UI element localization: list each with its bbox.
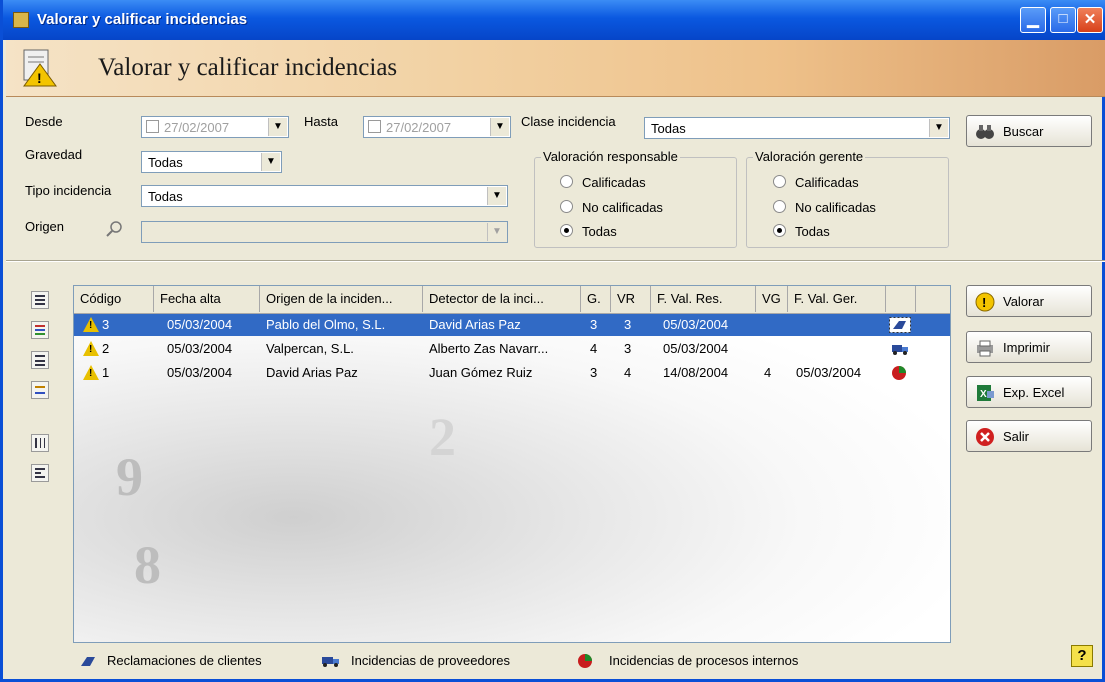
legend-procesos: Incidencias de procesos internos	[609, 653, 799, 668]
gravedad-label: Gravedad	[25, 147, 83, 162]
col-origen[interactable]: Origen de la inciden...	[260, 286, 423, 312]
supplier-incident-icon	[892, 345, 908, 355]
page-title: Valorar y calificar incidencias	[98, 54, 398, 81]
numbered-list-tool-icon[interactable]	[31, 351, 49, 369]
grid-view-tool-icon[interactable]	[31, 321, 49, 339]
tipo-incidencia-label: Tipo incidencia	[25, 183, 112, 198]
minimize-button[interactable]: ▁	[1020, 7, 1046, 33]
chevron-down-icon[interactable]: ▼	[268, 118, 287, 136]
exp-excel-button[interactable]: X Exp. Excel	[966, 376, 1092, 408]
col-vr[interactable]: VR	[611, 286, 651, 312]
salir-button[interactable]: Salir	[966, 420, 1092, 452]
origen-label: Origen	[25, 219, 65, 234]
col-detector[interactable]: Detector de la inci...	[423, 286, 581, 312]
columns-tool-icon[interactable]	[31, 434, 49, 452]
chevron-down-icon[interactable]: ▼	[487, 187, 506, 205]
excel-export-icon: X	[977, 385, 994, 401]
binoculars-icon	[976, 125, 994, 139]
table-row[interactable]: ! 2 05/03/2004 Valpercan, S.L. Alberto Z…	[74, 338, 950, 360]
chevron-down-icon[interactable]: ▼	[929, 119, 948, 137]
valorar-button[interactable]: ! Valorar	[966, 285, 1092, 317]
exit-icon	[976, 428, 994, 446]
clase-incidencia-select[interactable]: Todas ▼	[644, 117, 950, 139]
legend-proveedores: Incidencias de proveedores	[351, 653, 510, 668]
printer-icon	[977, 340, 993, 357]
header-banner: ! Valorar y calificar incidencias	[6, 40, 1105, 97]
table-row[interactable]: ! 3 05/03/2004 Pablo del Olmo, S.L. Davi…	[74, 314, 950, 336]
close-icon: ✕	[1083, 11, 1097, 28]
warning-document-icon: !	[23, 49, 57, 87]
desde-label: Desde	[25, 114, 63, 129]
customer-claim-icon	[81, 657, 95, 666]
warning-icon: !	[83, 341, 99, 356]
supplier-incident-icon	[322, 657, 339, 667]
close-button[interactable]: ✕	[1077, 7, 1103, 33]
col-tipo[interactable]	[886, 286, 916, 312]
details-tool-icon[interactable]	[31, 464, 49, 482]
group-title: Valoración responsable	[541, 149, 680, 164]
col-f-val-res[interactable]: F. Val. Res.	[651, 286, 756, 312]
col-f-val-ger[interactable]: F. Val. Ger.	[788, 286, 886, 312]
app-window: Valorar y calificar incidencias ▁ □ ✕ ! …	[0, 0, 1105, 682]
chevron-down-icon[interactable]: ▼	[261, 153, 280, 171]
col-vg[interactable]: VG	[756, 286, 788, 312]
svg-text:!: !	[982, 295, 986, 310]
chevron-down-icon[interactable]: ▼	[490, 118, 509, 136]
maximize-button[interactable]: □	[1050, 7, 1076, 33]
radio-gerente-todas[interactable]: Todas	[773, 224, 830, 239]
col-fecha-alta[interactable]: Fecha alta	[154, 286, 260, 312]
radio-gerente-no-calificadas[interactable]: No calificadas	[773, 200, 876, 215]
col-codigo[interactable]: Código	[74, 286, 154, 312]
svg-text:!: !	[37, 70, 42, 86]
maximize-icon: □	[1058, 10, 1068, 27]
warning-circle-icon: !	[975, 292, 995, 312]
warning-icon: !	[83, 317, 99, 332]
tipo-incidencia-select[interactable]: Todas ▼	[141, 185, 508, 207]
clock-watermark-2: 2	[429, 407, 456, 467]
radio-responsable-no-calificadas[interactable]: No calificadas	[560, 200, 663, 215]
customer-claim-icon	[889, 317, 911, 333]
sort-tool-icon[interactable]	[31, 381, 49, 399]
origen-select[interactable]: ▼	[141, 221, 508, 243]
radio-responsable-todas[interactable]: Todas	[560, 224, 617, 239]
desde-date-picker[interactable]: 27/02/2007 ▼	[141, 116, 289, 138]
buscar-button[interactable]: Buscar	[966, 115, 1092, 147]
section-divider	[6, 260, 1105, 262]
radio-responsable-calificadas[interactable]: Calificadas	[560, 175, 646, 190]
table-header: Código Fecha alta Origen de la inciden..…	[74, 286, 950, 314]
group-title: Valoración gerente	[753, 149, 866, 164]
list-view-tool-icon[interactable]	[31, 291, 49, 309]
internal-process-icon	[892, 366, 906, 380]
clock-watermark-8: 8	[134, 535, 161, 595]
col-g[interactable]: G.	[581, 286, 611, 312]
clock-watermark-9: 9	[116, 447, 143, 507]
incidencias-table[interactable]: 9 8 2 Código Fecha alta Origen de la inc…	[73, 285, 951, 643]
desde-checkbox[interactable]	[146, 120, 159, 133]
hasta-checkbox[interactable]	[368, 120, 381, 133]
title-bar[interactable]: Valorar y calificar incidencias ▁ □ ✕	[3, 0, 1105, 40]
radio-gerente-calificadas[interactable]: Calificadas	[773, 175, 859, 190]
minimize-icon: ▁	[1027, 11, 1039, 28]
hasta-label: Hasta	[304, 114, 338, 129]
legend-clientes: Reclamaciones de clientes	[107, 653, 262, 668]
window-title: Valorar y calificar incidencias	[37, 11, 248, 28]
gravedad-select[interactable]: Todas ▼	[141, 151, 282, 173]
svg-text:X: X	[980, 389, 987, 400]
warning-icon: !	[83, 365, 99, 380]
table-row[interactable]: ! 1 05/03/2004 David Arias Paz Juan Góme…	[74, 362, 950, 384]
imprimir-button[interactable]: Imprimir	[966, 331, 1092, 363]
chevron-down-icon[interactable]: ▼	[487, 223, 506, 241]
search-icon[interactable]	[105, 220, 123, 238]
hasta-date-picker[interactable]: 27/02/2007 ▼	[363, 116, 511, 138]
help-icon[interactable]: ?	[1071, 645, 1093, 667]
internal-process-icon	[578, 654, 592, 668]
app-icon	[13, 12, 29, 28]
clase-incidencia-label: Clase incidencia	[521, 114, 616, 129]
